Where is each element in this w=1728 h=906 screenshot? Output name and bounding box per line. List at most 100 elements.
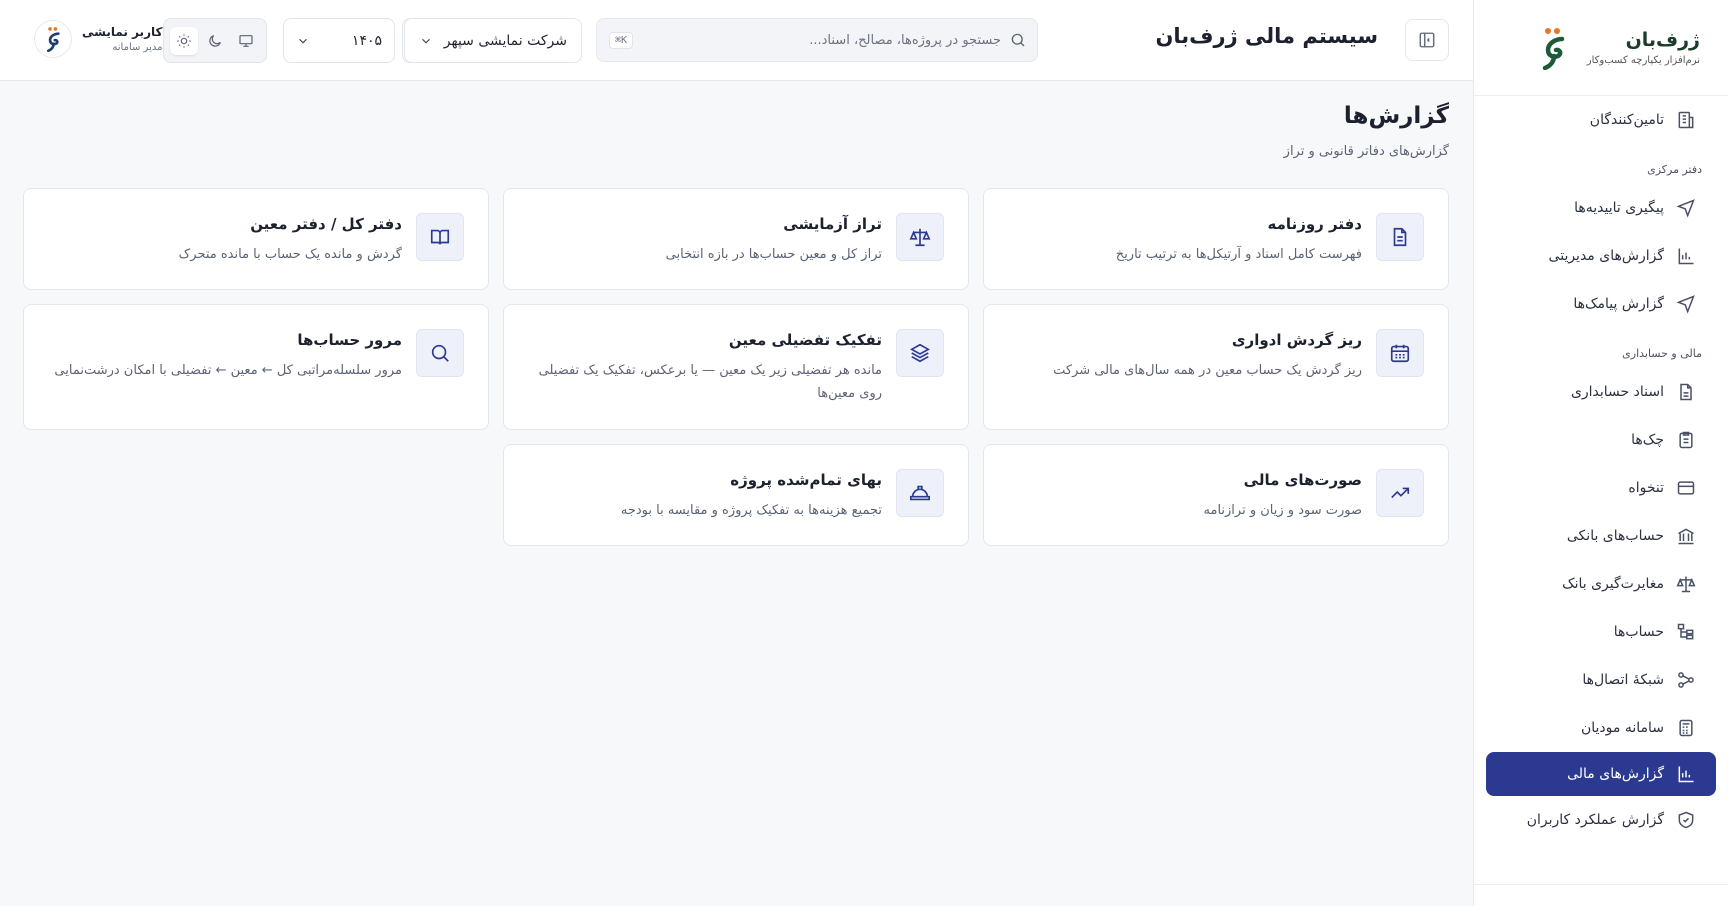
sidebar-item-accounting-docs[interactable]: اسناد حسابداری [1474,368,1728,416]
sidebar-item-network[interactable]: شبکهٔ اتصال‌ها [1474,656,1728,704]
wallet-icon [1677,481,1695,495]
report-card-financial-statements[interactable]: صورت‌های مالی صورت سود و زیان و ترازنامه [983,444,1449,546]
layers-icon [896,329,944,377]
scale-icon [1676,576,1696,593]
card-description: ریز گردش یک حساب معین در همه سال‌های مال… [1053,363,1362,378]
sidebar-item-label: پیگیری تاییدیه‌ها [1574,200,1664,216]
moon-icon [209,34,221,47]
sidebar-section-head-office: دفتر مرکزی [1647,163,1702,176]
hardhat-icon [896,469,944,517]
sidebar-item-label: شبکهٔ اتصال‌ها [1582,672,1664,688]
report-card-trial-balance[interactable]: تراز آزمایشی تراز کل و معین حساب‌ها در ب… [503,188,969,290]
search-input[interactable] [641,32,1001,48]
sidebar-item-approvals[interactable]: پیگیری تاییدیه‌ها [1474,184,1728,232]
sidebar-section-finance: مالی و حسابداری [1622,347,1702,360]
card-title: تراز آزمایشی [783,215,882,233]
report-card-project-cost[interactable]: بهای تمام‌شده پروژه تجمیع هزینه‌ها به تف… [503,444,969,546]
bank-icon [1678,528,1694,545]
sidebar-item-label: گزارش‌های مالی [1567,766,1664,782]
fiscal-year-value: ۱۴۰۵ [351,32,382,49]
calculator-icon [1679,719,1693,737]
card-title: دفتر کل / دفتر معین [250,215,402,233]
sidebar-nav: تامین‌کنندگان دفتر مرکزی پیگیری تاییدیه‌… [1474,80,1728,844]
sidebar-item-sms-reports[interactable]: گزارش پیامک‌ها [1474,280,1728,328]
sidebar-item-financial-reports[interactable]: گزارش‌های مالی [1486,752,1716,796]
card-description: فهرست کامل اسناد و آرتیکل‌ها به ترتیب تا… [1115,247,1362,262]
card-title: مرور حساب‌ها [297,331,402,349]
search-shortcut-badge: K⌘ [609,31,634,49]
card-description: مرور سلسله‌مراتبی کل ← معین ← تفضیلی با … [54,363,402,378]
user-menu[interactable]: کاربر نمایشی مدیر سامانه [34,20,162,58]
search-icon [416,329,464,377]
sidebar-item-accounts[interactable]: حساب‌ها [1474,608,1728,656]
sidebar-item-label: تنخواه [1628,480,1664,496]
monitor-icon [239,34,253,47]
brand: ژرف‌بان نرم‌افزار یکپارچه کسب‌وکار [1474,0,1728,96]
card-title: صورت‌های مالی [1243,471,1362,489]
book-icon [416,213,464,261]
chevron-down-icon [422,38,430,44]
bar-chart-icon [1678,766,1694,783]
shield-icon [1678,811,1694,829]
sidebar-footer [1474,884,1728,906]
sidebar-item-petty-cash[interactable]: تنخواه [1474,464,1728,512]
sidebar-item-label: گزارش پیامک‌ها [1573,296,1664,312]
report-card-detail-breakdown[interactable]: تفکیک تفضیلی معین مانده هر تفضیلی زیر یک… [503,304,969,430]
avatar [34,20,72,58]
report-card-periodic-turnover[interactable]: ریز گردش ادواری ریز گردش یک حساب معین در… [983,304,1449,430]
sidebar-item-label: سامانه مودیان [1580,720,1664,736]
sidebar-item-label: اسناد حسابداری [1570,384,1664,400]
page-subtitle: گزارش‌های دفاتر قانونی و تراز [1283,144,1449,159]
sidebar-item-label: تامین‌کنندگان [1589,112,1664,128]
report-card-journal[interactable]: دفتر روزنامه فهرست کامل اسناد و آرتیکل‌ه… [983,188,1449,290]
sidebar-item-management-reports[interactable]: گزارش‌های مدیریتی [1474,232,1728,280]
sidebar-item-label: حساب‌های بانکی [1566,528,1664,544]
theme-system-button[interactable] [232,27,260,55]
bar-chart-icon [1678,248,1694,265]
card-title: تفکیک تفضیلی معین [728,331,882,349]
panel-collapse-icon [1419,32,1435,48]
send-icon [1676,295,1695,314]
search-box[interactable]: K⌘ [596,18,1038,62]
brand-tagline: نرم‌افزار یکپارچه کسب‌وکار [1586,55,1700,66]
report-card-account-browser[interactable]: مرور حساب‌ها مرور سلسله‌مراتبی کل ← معین… [23,304,489,430]
sidebar-item-bank-reconciliation[interactable]: مغایرت‌گیری بانک [1474,560,1728,608]
sidebar-item-cheques[interactable]: چک‌ها [1474,416,1728,464]
chevron-down-icon [299,38,307,44]
building-icon [1678,111,1694,129]
trending-up-icon [1376,469,1424,517]
card-title: دفتر روزنامه [1267,215,1362,233]
sidebar-item-label: گزارش عملکرد کاربران [1526,812,1664,828]
send-icon [1676,199,1695,218]
sidebar-item-user-performance[interactable]: گزارش عملکرد کاربران [1474,796,1728,844]
theme-dark-button[interactable] [201,27,229,55]
calendar-icon [1376,329,1424,377]
company-select-value: شرکت نمایشی سپهر [443,32,567,49]
card-description: گردش و مانده یک حساب با مانده متحرک [178,247,402,262]
app-title: سیستم مالی ژرف‌بان [1155,24,1378,48]
theme-light-button[interactable] [169,26,198,55]
card-title: ریز گردش ادواری [1231,331,1362,349]
report-card-general-ledger[interactable]: دفتر کل / دفتر معین گردش و مانده یک حساب… [23,188,489,290]
page-title: گزارش‌ها [1343,103,1449,129]
company-select[interactable]: شرکت نمایشی سپهر [404,18,582,63]
fiscal-year-select[interactable]: ۱۴۰۵ [283,18,395,63]
tree-icon [1677,623,1694,640]
sidebar-item-taxpayer-system[interactable]: سامانه مودیان [1474,704,1728,752]
user-role: مدیر سامانه [112,42,163,53]
document-icon [1680,383,1692,401]
brand-logo-icon [1533,24,1573,72]
clipboard-icon [1679,431,1693,449]
search-icon [1011,33,1025,47]
top-header: سیستم مالی ژرف‌بان K⌘ شرکت نمایشی سپهر ۱… [0,0,1473,81]
sidebar-item-label: مغایرت‌گیری بانک [1562,576,1664,592]
user-name: کاربر نمایشی [82,25,163,39]
sidebar: تامین‌کنندگان دفتر مرکزی پیگیری تاییدیه‌… [1473,0,1728,906]
card-description: مانده هر تفضیلی زیر یک معین — یا برعکس، … [538,363,882,401]
sidebar-item-bank-accounts[interactable]: حساب‌های بانکی [1474,512,1728,560]
sidebar-toggle-button[interactable] [1405,19,1449,61]
sidebar-item-label: حساب‌ها [1613,624,1664,640]
card-description: صورت سود و زیان و ترازنامه [1203,503,1362,518]
card-description: تراز کل و معین حساب‌ها در بازه انتخابی [665,247,882,262]
sidebar-item-suppliers[interactable]: تامین‌کنندگان [1474,96,1728,144]
